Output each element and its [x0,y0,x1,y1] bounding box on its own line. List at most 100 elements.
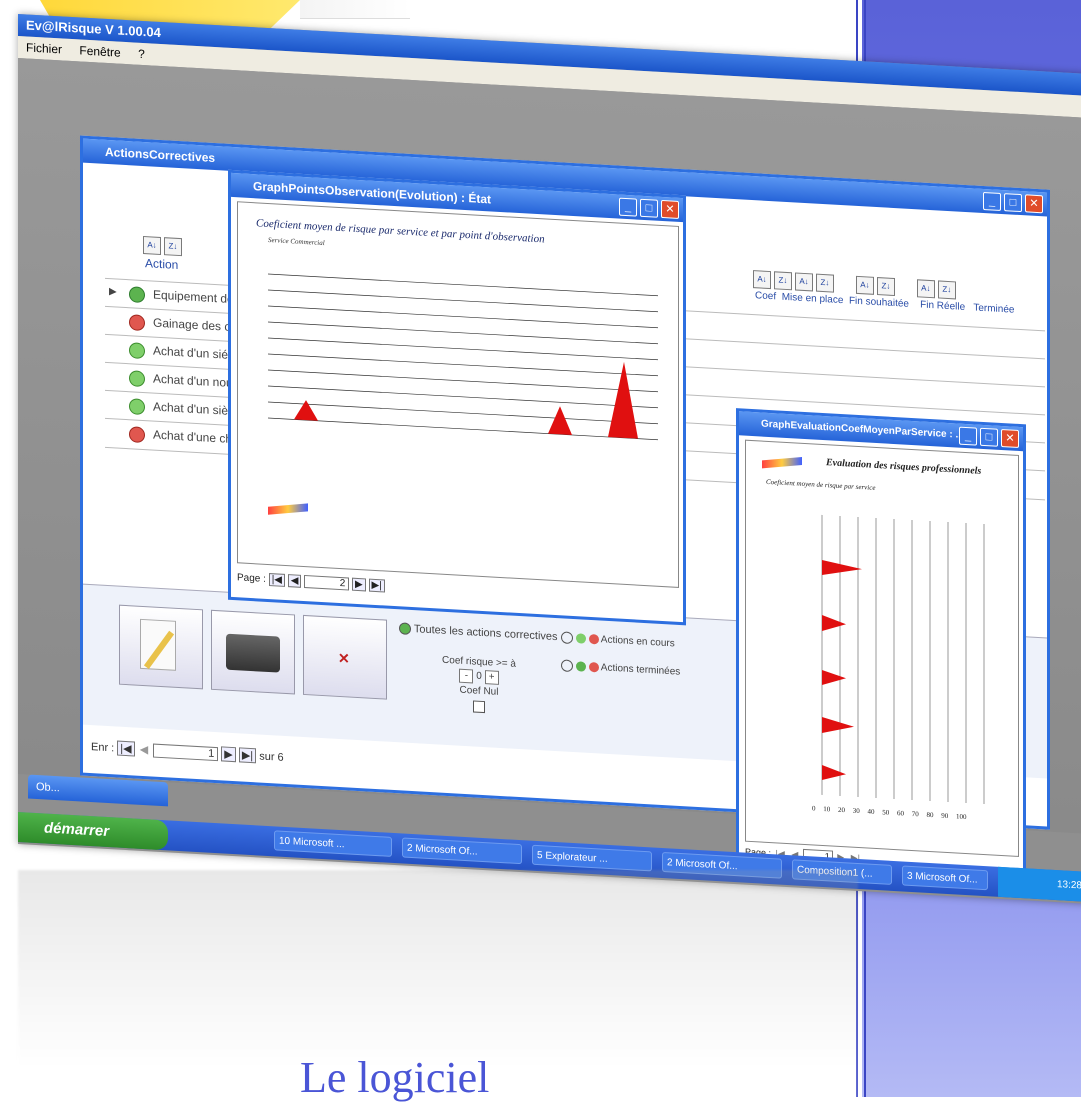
status-ok-icon [129,342,145,360]
status-cancelled-icon [129,314,145,332]
delete-button[interactable]: ✕ [303,614,387,700]
column-mise-en-place: Mise en place [781,291,844,307]
report-service: Service Commercial [268,235,325,248]
status-ok-icon [129,398,145,416]
page-nav-label: Page : [237,572,266,585]
chart-bar [822,764,846,780]
maximize-icon[interactable]: □ [1004,193,1022,213]
x-tick: 60 [897,809,904,818]
maximize-icon[interactable]: □ [980,427,998,447]
menu-fenetre[interactable]: Fenêtre [79,43,120,59]
column-action: Action [145,256,179,272]
close-icon[interactable]: ✕ [661,199,679,219]
x-tick: 90 [941,811,949,821]
delete-icon: ✕ [338,649,350,667]
filter-finished-label: Actions terminées [600,662,681,678]
eval-heading: Evaluation des risques professionnels [826,457,982,477]
start-button[interactable]: démarrer [18,812,168,851]
action-sort-buttons: A↓ Z↓ [143,234,185,257]
minimized-window-title: Ob... [36,781,60,795]
taskbar-item[interactable]: 10 Microsoft ... [274,830,392,857]
radio-selected-icon[interactable] [399,622,411,636]
close-icon[interactable]: ✕ [1001,428,1019,448]
column-fin-souhaitee: Fin souhaitée [848,295,909,310]
sort-asc-icon[interactable]: A↓ [753,270,771,290]
logo-icon [268,503,308,515]
coef-value: 0 [476,670,482,682]
page-number-input[interactable]: 2 [304,575,350,591]
status-ok-icon [575,633,586,644]
next-record-button[interactable]: ▶ [221,746,236,763]
close-icon[interactable]: ✕ [1025,194,1043,214]
decrement-button[interactable]: - [459,668,474,684]
coef-null-checkbox[interactable] [473,700,485,714]
eval-subheading: Coeficient moyen de risque par service [766,477,876,492]
report-page: Evaluation des risques professionnels Co… [745,439,1019,857]
mdi-workspace: ActionsCorrectives _ □ ✕ A↓ Z↓ Action A↓ Z… [18,58,1081,885]
record-selector-icon: ▶ [109,286,117,298]
print-button[interactable] [211,609,295,695]
sort-desc-icon[interactable]: Z↓ [937,280,956,300]
edit-button[interactable] [119,604,203,690]
chart-peak [294,400,318,421]
radio-icon[interactable] [561,659,573,673]
record-number-input[interactable]: 1 [153,743,219,762]
taskbar-item[interactable]: 5 Explorateur ... [532,844,652,872]
prev-page-button[interactable]: ◀ [287,574,302,588]
record-nav-label: Enr : [91,741,115,755]
row-label: Achat d'un sièg [153,399,235,419]
minimize-icon[interactable]: _ [983,191,1001,211]
filter-all-label: Toutes les actions correctives [413,623,558,644]
minimize-icon[interactable]: _ [959,426,977,446]
sort-asc-icon[interactable]: A↓ [855,275,874,295]
sort-asc-icon[interactable]: A↓ [795,272,813,292]
x-tick: 0 [812,804,816,813]
filter-in-progress-label: Actions en cours [600,634,675,650]
clock: 13:28 [1056,879,1081,892]
graph-eval-controls: _ □ ✕ [959,426,1019,448]
taskbar-item[interactable]: 3 Microsoft Of... [902,865,988,891]
status-done-icon [129,286,145,304]
next-page-button[interactable]: ▶ [352,577,366,592]
report-page: Coeficient moyen de risque par service e… [237,201,679,588]
filter-all[interactable]: Toutes les actions correctives [399,622,558,643]
minimize-icon[interactable]: _ [619,197,637,217]
filter-in-progress[interactable]: Actions en cours [561,631,675,649]
first-page-button[interactable]: |◀ [268,573,285,587]
row-label: Achat d'un siég [153,343,235,363]
app-screenshot: Ev@lRisque V 1.00.04 Fichier Fenêtre ? A… [18,14,1081,904]
row-label: Gainage des c [153,315,231,334]
row-label: Achat d'une che [153,427,239,447]
x-tick: 100 [956,812,967,822]
sort-desc-icon[interactable]: Z↓ [164,237,182,257]
menu-fichier[interactable]: Fichier [26,40,62,56]
status-done-icon [575,661,586,672]
sort-desc-icon[interactable]: Z↓ [876,277,895,297]
sort-desc-icon[interactable]: Z↓ [774,271,792,291]
last-record-button[interactable]: ▶| [238,747,257,764]
chart-bar [822,614,846,631]
minimized-window[interactable]: Ob... [28,774,168,807]
x-tick: 70 [911,809,919,819]
chart-bar [822,716,854,733]
status-cancelled-icon [588,633,599,645]
taskbar-item[interactable]: 2 Microsoft Of... [402,837,522,865]
start-label: démarrer [44,819,110,841]
maximize-icon[interactable]: □ [640,198,658,218]
column-fin-reelle: Fin Réelle [920,299,966,313]
radio-icon[interactable] [561,631,573,645]
sort-asc-icon[interactable]: A↓ [916,279,935,299]
sort-asc-icon[interactable]: A↓ [143,235,161,255]
increment-button[interactable]: + [484,670,499,685]
first-record-button[interactable]: |◀ [117,740,135,757]
filter-finished[interactable]: Actions terminées [561,659,680,678]
record-total: sur 6 [259,750,284,764]
coef-filter: Coef risque >= à - 0 + Coef Nul [429,654,529,716]
sort-desc-icon[interactable]: Z↓ [816,273,834,293]
menu-help[interactable]: ? [138,47,145,61]
last-page-button[interactable]: ▶| [368,578,385,593]
graph-eval-window: GraphEvaluationCoefMoyenParService : ...… [736,408,1026,885]
prev-record-button[interactable]: ◀ [138,743,150,757]
x-tick: 10 [823,805,831,814]
actions-window-controls: _ □ ✕ [983,191,1043,214]
